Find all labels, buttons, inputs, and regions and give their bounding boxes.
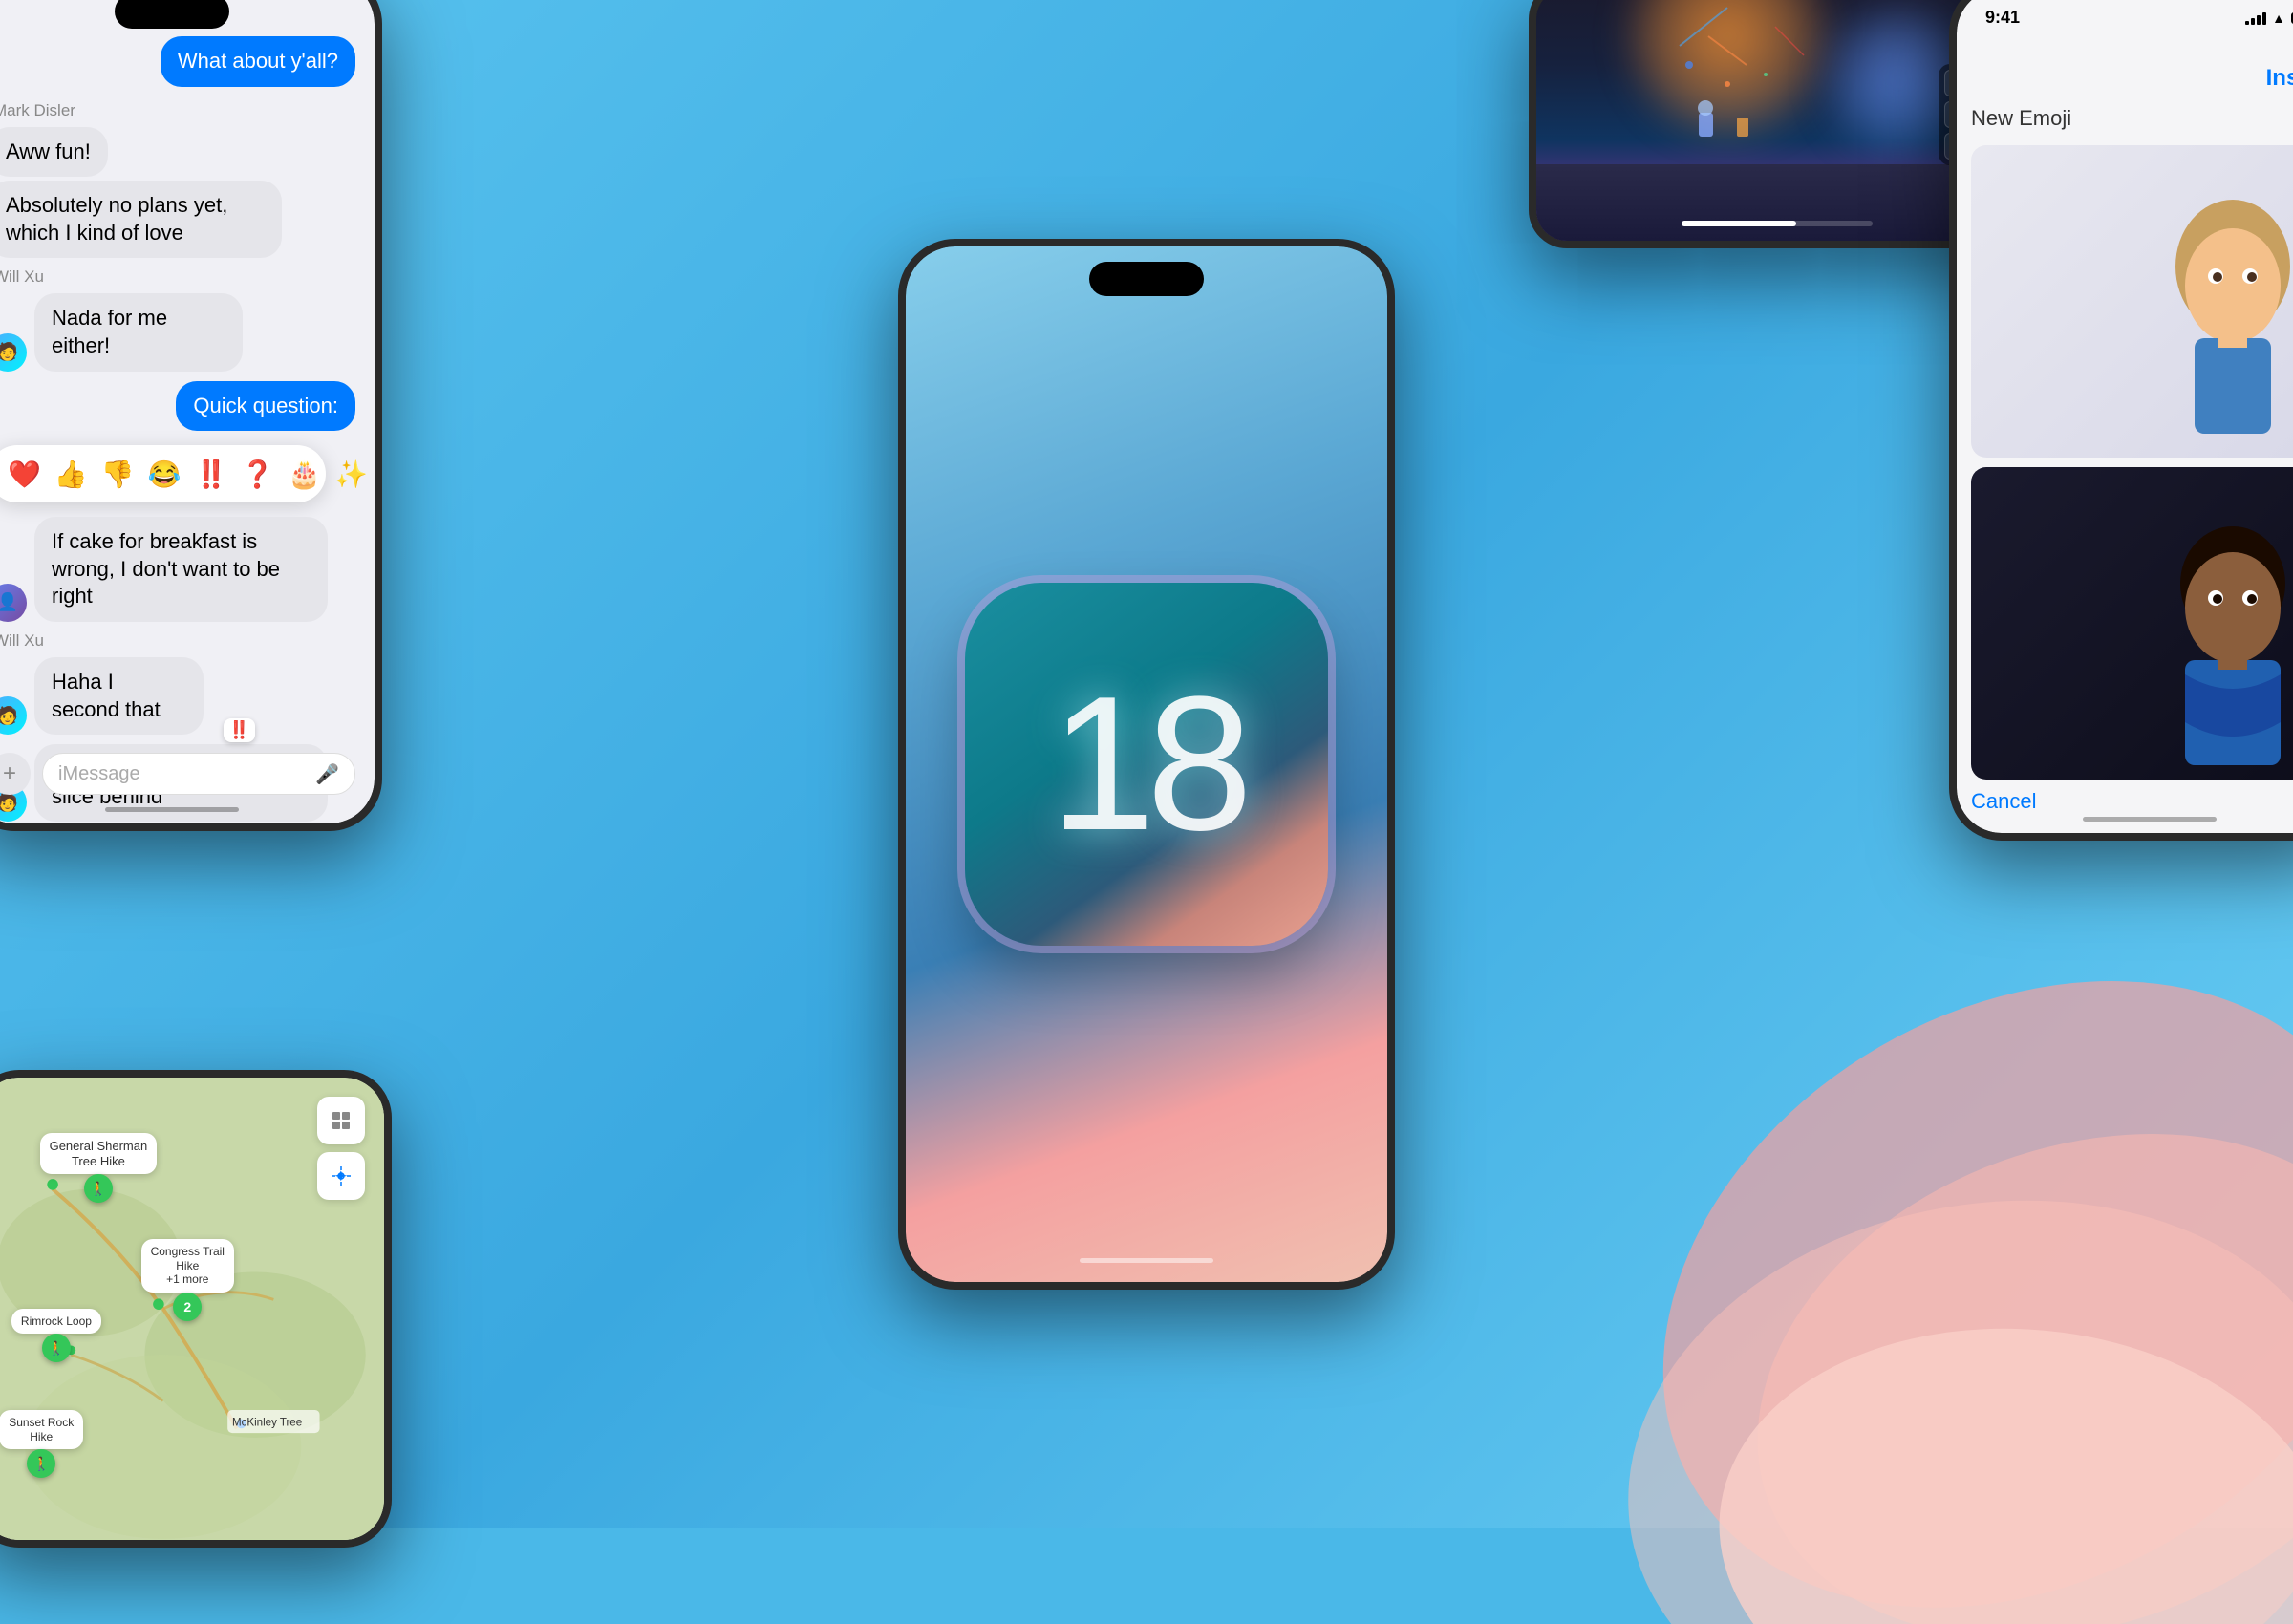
insert-button[interactable]: Insert	[2266, 65, 2293, 92]
status-time-emoji: 9:41	[1985, 8, 2020, 28]
map-pin-congress[interactable]: Congress TrailHike+1 more 2	[141, 1239, 234, 1320]
msg-with-avatar-1: 🧑 Nada for me either!	[0, 293, 248, 371]
message-sent-1: What about y'all?	[161, 36, 355, 87]
ios18-app-icon: 18	[965, 583, 1328, 946]
game-progress-fill	[1682, 221, 1796, 226]
signal-bars-icon	[2245, 11, 2266, 25]
status-bar-emoji: 9:41 ▲	[1985, 8, 2293, 28]
message-recv-3: Nada for me either!	[34, 293, 243, 371]
add-attachment-button[interactable]: +	[0, 753, 31, 795]
microphone-icon: 🎤	[315, 762, 339, 786]
signal-bar-3	[2257, 15, 2261, 25]
reaction-thumbsdown[interactable]: 👎	[101, 459, 135, 490]
map-pin-sunset[interactable]: Sunset RockHike 🚶	[0, 1410, 83, 1478]
map-pin-sherman-circle: 🚶	[84, 1174, 113, 1203]
dynamic-island-center	[1089, 262, 1204, 296]
avatar-img-cake: 👤	[0, 584, 27, 622]
messages-content: What about y'all? Mark Disler Aww fun! A…	[0, 0, 375, 823]
map-controls	[317, 1097, 365, 1200]
dynamic-island-messages	[115, 0, 229, 29]
home-indicator-messages	[105, 807, 239, 812]
map-pin-sherman-label: General ShermanTree Hike	[40, 1133, 158, 1174]
insert-btn-row: Insert	[1971, 65, 2293, 92]
imessage-input-field[interactable]: iMessage 🎤	[42, 753, 355, 795]
avatar-img-will-1: 🧑	[0, 333, 27, 372]
haha-msg-wrapper: Haha I second that ‼️	[34, 657, 246, 735]
avatar-will-2: 🧑	[0, 696, 27, 735]
map-pin-rimrock-label: Rimrock Loop	[11, 1309, 101, 1334]
message-haha: Haha I second that	[34, 657, 204, 735]
pink-wave-decoration	[1481, 764, 2293, 1624]
home-indicator-center	[1080, 1258, 1213, 1263]
emoji-screen: 9:41 ▲ Insert New Emoji	[1957, 0, 2293, 833]
signal-bar-4	[2262, 12, 2266, 25]
map-view-icon	[331, 1110, 352, 1131]
msg-sender-will-2: Will Xu	[0, 631, 44, 651]
message-recv-2: Absolutely no plans yet, which I kind of…	[0, 181, 282, 258]
msg-block-will-2: Will Xu 🧑 Haha I second that ‼️	[0, 631, 355, 735]
map-content: McKinley Tree General ShermanTree Hike 🚶…	[0, 1078, 384, 1540]
ios18-screen: 18	[906, 246, 1387, 1282]
messages-screen: What about y'all? Mark Disler Aww fun! A…	[0, 0, 375, 823]
phone-emoji: 9:41 ▲ Insert New Emoji	[1949, 0, 2293, 841]
imessage-input-bar: + iMessage 🎤	[0, 753, 355, 795]
location-icon	[331, 1165, 352, 1186]
svg-text:McKinley Tree: McKinley Tree	[232, 1417, 302, 1428]
map-pin-rimrock-circle: 🚶	[42, 1334, 71, 1362]
map-pin-sunset-label: Sunset RockHike	[0, 1410, 83, 1449]
new-emoji-label: New Emoji	[1971, 101, 2293, 136]
memoji-figure-2	[2147, 512, 2293, 780]
phone-messages: What about y'all? Mark Disler Aww fun! A…	[0, 0, 382, 831]
phone-center-ios18: 18	[898, 239, 1395, 1290]
reaction-thumbsup[interactable]: 👍	[54, 459, 88, 490]
message-recv-1: Aww fun!	[0, 127, 108, 178]
map-pin-congress-label: Congress TrailHike+1 more	[141, 1239, 234, 1292]
ios18-version-number: 18	[1050, 669, 1243, 860]
reaction-heart[interactable]: ❤️	[8, 459, 41, 490]
phone-maps: McKinley Tree General ShermanTree Hike 🚶…	[0, 1070, 392, 1548]
msg-block-mark: Mark Disler Aww fun! Absolutely no plans…	[0, 101, 355, 259]
reaction-sparkle[interactable]: ✨	[334, 459, 368, 490]
signal-bar-2	[2251, 18, 2255, 25]
memoji-figure-1	[2147, 190, 2293, 458]
game-scene	[1536, 0, 2018, 241]
avatar-will-1: 🧑	[0, 333, 27, 372]
msg-with-avatar-cake: 👤 If cake for breakfast is wrong, I don'…	[0, 517, 355, 622]
map-pin-sunset-circle: 🚶	[27, 1449, 55, 1478]
game-ground	[1536, 164, 2018, 241]
status-icons-emoji: ▲	[2245, 11, 2293, 26]
reaction-haha[interactable]: 😂	[148, 459, 182, 490]
reaction-cake[interactable]: 🎂	[288, 459, 321, 490]
map-pin-sherman[interactable]: General ShermanTree Hike 🚶	[40, 1133, 158, 1203]
emoji-panel-container: Insert New Emoji	[1957, 0, 2293, 833]
map-location-button[interactable]	[317, 1152, 365, 1200]
msg-block-will-1: Will Xu 🧑 Nada for me either!	[0, 267, 355, 371]
wifi-icon: ▲	[2272, 11, 2285, 26]
message-sent-2: Quick question:	[176, 381, 355, 432]
reaction-bar[interactable]: ❤️ 👍 👎 😂 ‼️ ❓ 🎂 ✨ 🙂+	[0, 445, 326, 502]
msg-with-avatar-2: 🧑 Haha I second that ‼️	[0, 657, 246, 735]
memoji-card-1[interactable]	[1971, 145, 2293, 458]
msg-sender-mark: Mark Disler	[0, 101, 75, 120]
imessage-placeholder: iMessage	[58, 763, 140, 785]
map-pin-congress-circle: 2	[173, 1293, 202, 1321]
cancel-button[interactable]: Cancel	[1971, 789, 2293, 814]
map-view-button[interactable]	[317, 1097, 365, 1144]
msg-sender-will-1: Will Xu	[0, 267, 44, 287]
signal-bar-1	[2245, 21, 2249, 25]
avatar-img-will-2: 🧑	[0, 696, 27, 735]
home-indicator-emoji	[2083, 817, 2217, 822]
gaming-screen	[1536, 0, 2018, 241]
memoji-card-2[interactable]	[1971, 467, 2293, 780]
reaction-exclaim[interactable]: ‼️	[195, 459, 228, 490]
game-progress-bar	[1682, 221, 1873, 226]
message-recv-4: If cake for breakfast is wrong, I don't …	[34, 517, 328, 622]
exclaim-reaction-badge: ‼️	[224, 718, 254, 742]
maps-screen: McKinley Tree General ShermanTree Hike 🚶…	[0, 1078, 384, 1540]
map-pin-rimrock[interactable]: Rimrock Loop 🚶	[11, 1309, 101, 1362]
avatar-cake: 👤	[0, 584, 27, 622]
reaction-question[interactable]: ❓	[241, 459, 274, 490]
msg-block-cake: 👤 If cake for breakfast is wrong, I don'…	[0, 517, 355, 622]
